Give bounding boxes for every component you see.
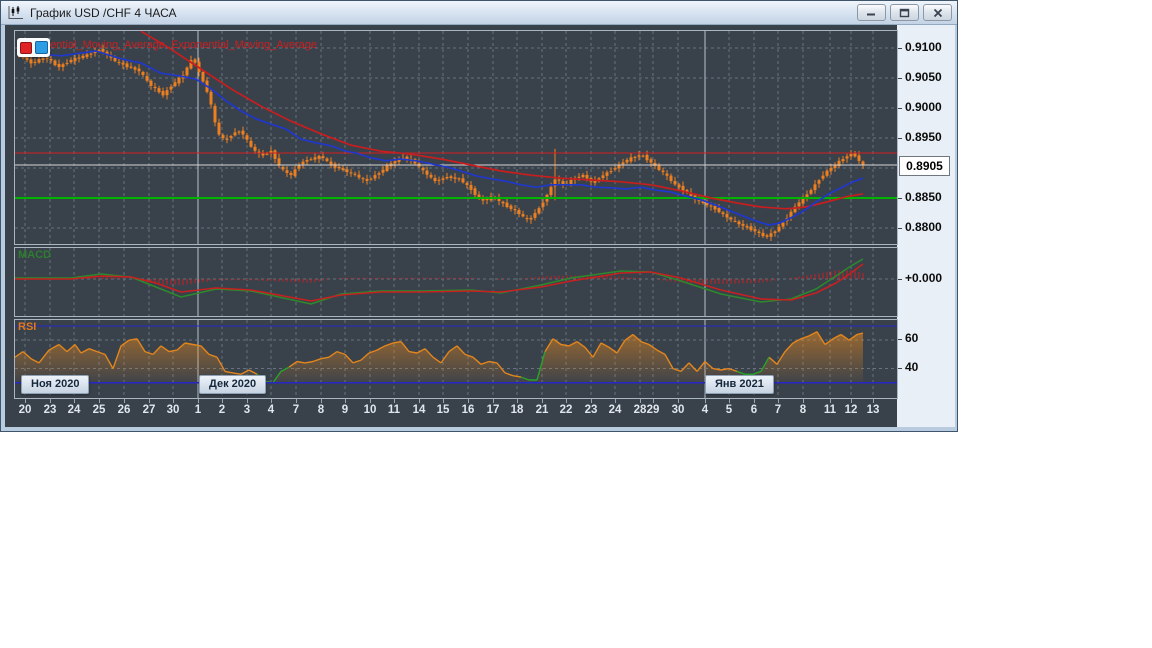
macd-panel[interactable]: MACD <box>14 247 898 317</box>
restore-button[interactable] <box>890 4 919 21</box>
close-icon <box>933 8 942 17</box>
rsi-level-label: 40 <box>905 359 919 374</box>
price-axis[interactable]: 0.8905 0.9100 0.9050 0.9000 0.8950 0.8850 0.8… <box>897 25 955 427</box>
minimize-button[interactable] <box>857 4 886 21</box>
minimize-icon <box>867 13 875 16</box>
window-titlebar[interactable]: График USD /CHF 4 ЧАСА <box>1 1 957 25</box>
macd-chart[interactable] <box>15 248 897 316</box>
close-button[interactable] <box>923 4 952 21</box>
desktop: График USD /CHF 4 ЧАСА 0.8905 0.9100 0.90… <box>0 0 1152 648</box>
red-ema-swatch-icon <box>19 41 32 54</box>
rsi-panel[interactable]: RSI <box>14 319 898 399</box>
indicator-legend-text: Exponential_Moving_Average ,Exponential_… <box>19 39 318 51</box>
price-tick-label: 0.8800 <box>905 220 942 234</box>
blue-ema-swatch-icon <box>34 41 48 54</box>
restore-icon <box>899 8 910 17</box>
price-tick-label: 0.9000 <box>905 100 942 114</box>
price-tick-label: 0.8850 <box>905 190 942 204</box>
rsi-chart[interactable] <box>15 320 897 398</box>
current-price-tag: 0.8905 <box>899 156 950 176</box>
rsi-label: RSI <box>18 321 37 333</box>
price-tick-label: 0.9050 <box>905 70 942 84</box>
rsi-level-label: 60 <box>905 331 919 346</box>
chart-window: График USD /CHF 4 ЧАСА 0.8905 0.9100 0.90… <box>0 0 958 432</box>
price-tick-label: 0.9100 <box>905 40 942 54</box>
price-panel[interactable]: Exponential_Moving_Average ,Exponential_… <box>14 30 898 245</box>
macd-label: MACD <box>18 249 51 261</box>
indicator-legend <box>17 38 50 57</box>
price-tick-label: 0.8950 <box>905 130 942 144</box>
window-title: График USD /CHF 4 ЧАСА <box>30 5 177 20</box>
macd-zero-label: +0.000 <box>905 271 943 285</box>
price-chart[interactable] <box>15 31 897 244</box>
candlestick-app-icon <box>7 5 24 20</box>
